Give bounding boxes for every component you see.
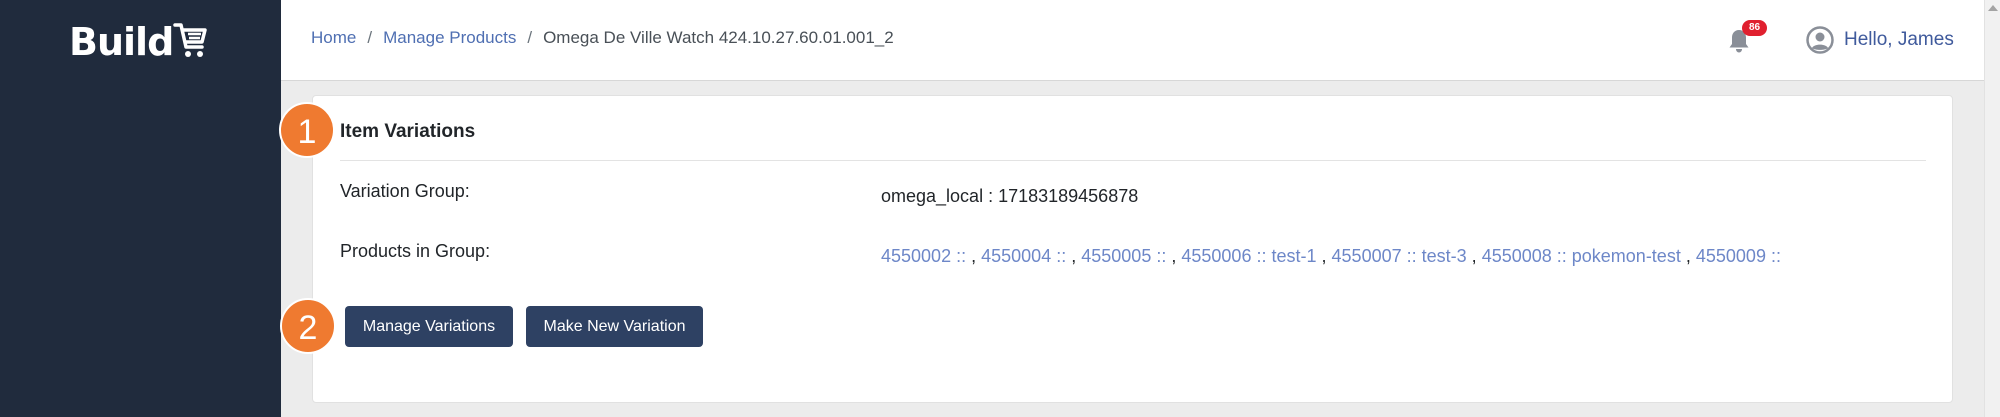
product-link[interactable]: 4550004 :: xyxy=(981,246,1066,266)
item-variations-card: Item Variations Variation Group: omega_l… xyxy=(312,95,1953,403)
products-in-group-label: Products in Group: xyxy=(340,241,491,261)
breadcrumb-current-page: Omega De Ville Watch 424.10.27.60.01.001… xyxy=(543,28,894,47)
product-separator: , xyxy=(971,246,977,266)
notification-count-badge: 86 xyxy=(1742,20,1767,36)
scroll-up-arrow-icon[interactable] xyxy=(1988,5,1998,11)
breadcrumb: Home / Manage Products / Omega De Ville … xyxy=(311,28,894,48)
product-separator: , xyxy=(1171,246,1177,266)
product-link[interactable]: 4550008 :: pokemon-test xyxy=(1482,246,1681,266)
breadcrumb-home-link[interactable]: Home xyxy=(311,28,356,48)
variation-group-value: omega_local : 17183189456878 xyxy=(881,186,1139,206)
user-greeting: Hello, James xyxy=(1844,29,1954,50)
page-scrollbar[interactable] xyxy=(1984,0,2000,417)
variation-group-label: Variation Group: xyxy=(340,181,470,201)
brand-logo[interactable]: Build xyxy=(69,18,208,66)
product-link[interactable]: 4550006 :: test-1 xyxy=(1181,246,1316,266)
manage-variations-button[interactable]: Manage Variations xyxy=(345,306,513,347)
products-in-group-list: 4550002 :: , 4550004 :: , 4550005 :: , 4… xyxy=(881,246,1781,267)
product-separator: , xyxy=(1471,246,1477,266)
product-separator: , xyxy=(1071,246,1077,266)
product-separator: , xyxy=(1321,246,1327,266)
user-avatar-icon xyxy=(1806,26,1834,54)
product-link[interactable]: 4550009 :: xyxy=(1696,246,1781,266)
product-link[interactable]: 4550007 :: test-3 xyxy=(1332,246,1467,266)
sidebar: Build xyxy=(0,0,281,417)
card-divider xyxy=(340,160,1926,161)
user-menu[interactable]: Hello, James xyxy=(1806,26,1954,54)
shopping-cart-icon xyxy=(173,23,208,57)
step-marker-2: 2 xyxy=(280,298,336,354)
product-link[interactable]: 4550005 :: xyxy=(1081,246,1166,266)
breadcrumb-separator: / xyxy=(367,28,373,47)
breadcrumb-manage-products-link[interactable]: Manage Products xyxy=(383,28,516,48)
card-title: Item Variations xyxy=(340,121,476,142)
product-link[interactable]: 4550002 :: xyxy=(881,246,966,266)
breadcrumb-separator: / xyxy=(527,28,533,47)
product-separator: , xyxy=(1685,246,1691,266)
step-marker-1: 1 xyxy=(279,102,335,158)
make-new-variation-button[interactable]: Make New Variation xyxy=(526,306,703,347)
brand-name: Build xyxy=(69,20,174,64)
